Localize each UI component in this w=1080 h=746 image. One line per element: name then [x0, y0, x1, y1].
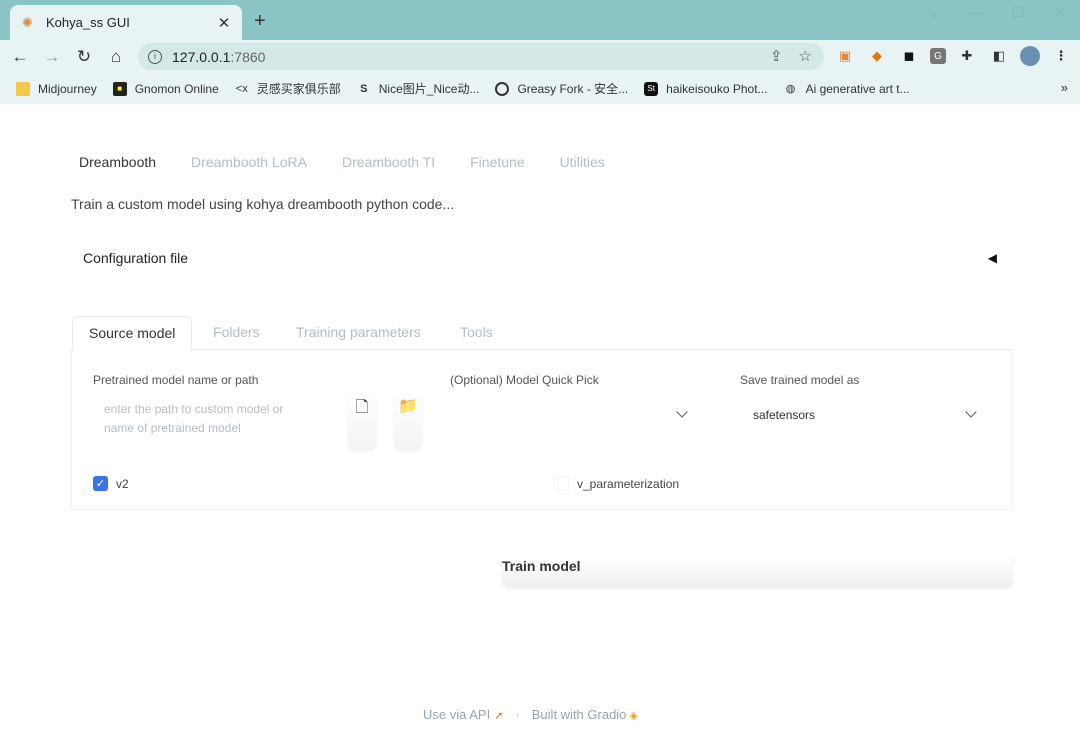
- v2-checkbox-row[interactable]: ✓ v2: [93, 476, 129, 491]
- gradio-link-label: Built with Gradio: [531, 707, 627, 722]
- footer: Use via API ➚ · Built with Gradio ◈: [423, 707, 638, 722]
- built-with-gradio-link[interactable]: Built with Gradio ◈: [532, 707, 638, 722]
- new-tab-button[interactable]: +: [254, 10, 266, 32]
- bookmark-linggan[interactable]: <x 灵感买家俱乐部: [235, 80, 341, 97]
- rocket-icon: ➚: [494, 710, 504, 722]
- bookmark-gnomon[interactable]: ■ Gnomon Online: [112, 81, 219, 96]
- bookmark-label: Midjourney: [38, 81, 97, 96]
- haikei-icon: St: [644, 81, 659, 96]
- bookmark-label: Greasy Fork - 安全...: [517, 82, 629, 96]
- tab-source-model[interactable]: Source model: [72, 316, 193, 351]
- bookmark-label: Ai generative art t...: [805, 81, 910, 96]
- collapse-arrow-icon[interactable]: ◀: [988, 251, 997, 265]
- train-model-button[interactable]: Train model: [502, 551, 1013, 587]
- maximize-icon[interactable]: ☐: [1008, 4, 1028, 21]
- document-icon: 🗋: [355, 399, 369, 416]
- tab-training-parameters[interactable]: Training parameters: [296, 316, 421, 351]
- browser-tab[interactable]: ✺ Kohya_ss GUI ✕: [10, 5, 242, 40]
- bookmark-label: 灵感买家俱乐部: [256, 82, 341, 96]
- save-model-as-value: safetensors: [753, 408, 816, 422]
- bookmark-star-icon[interactable]: ☆: [799, 47, 812, 65]
- folder-icon: [16, 81, 30, 96]
- v-parameterization-label: v_parameterization: [577, 476, 680, 491]
- v2-label: v2: [116, 476, 129, 491]
- extension-image-icon[interactable]: ▣: [834, 45, 856, 67]
- tab-utilities[interactable]: Utilities: [560, 154, 605, 170]
- pretrained-model-input[interactable]: enter the path to custom model or name o…: [92, 400, 310, 440]
- main-tabs: Dreambooth Dreambooth LoRA Dreambooth TI…: [79, 154, 605, 170]
- chevron-down-icon: [676, 406, 688, 418]
- tab-folders[interactable]: Folders: [213, 316, 260, 351]
- v2-checkbox[interactable]: ✓: [93, 476, 108, 491]
- model-quick-pick-label: (Optional) Model Quick Pick: [450, 373, 599, 387]
- minimize-icon[interactable]: —: [966, 4, 986, 21]
- gnomon-icon: ■: [112, 81, 127, 96]
- bookmark-ai-art[interactable]: ◍ Ai generative art t...: [784, 82, 910, 96]
- close-icon[interactable]: ✕: [216, 14, 232, 32]
- folder-open-button[interactable]: 📁: [394, 392, 422, 450]
- v-parameterization-checkbox-row[interactable]: v_parameterization: [554, 476, 679, 491]
- file-open-button[interactable]: 🗋: [348, 392, 376, 450]
- globe-icon: ◍: [785, 82, 796, 95]
- share-icon[interactable]: ⇪: [770, 47, 783, 65]
- v-parameterization-checkbox[interactable]: [554, 476, 569, 491]
- pretrained-model-label: Pretrained model name or path: [93, 373, 259, 387]
- configuration-file-accordion[interactable]: Configuration file ◀: [71, 236, 1013, 280]
- bookmark-midjourney[interactable]: Midjourney: [16, 81, 97, 96]
- window-controls: ⌄ — ☐ ✕: [924, 4, 1070, 21]
- profile-avatar-icon[interactable]: [1020, 46, 1040, 66]
- bookmark-label: Nice图片_Nice动...: [378, 82, 480, 96]
- tab-dreambooth-lora[interactable]: Dreambooth LoRA: [191, 154, 307, 170]
- puzzle-extensions-icon[interactable]: ✚: [956, 45, 978, 67]
- nice-icon: S: [360, 82, 368, 95]
- kebab-menu-icon[interactable]: ⋮: [1050, 45, 1072, 67]
- bookmark-haikei[interactable]: St haikeisouko Phot...: [644, 81, 768, 96]
- close-window-icon[interactable]: ✕: [1050, 4, 1070, 21]
- chevron-down-icon: [965, 406, 977, 418]
- bookmark-label: haikeisouko Phot...: [666, 81, 768, 96]
- info-icon[interactable]: i: [148, 49, 162, 64]
- back-icon[interactable]: ←: [8, 45, 32, 69]
- bookmarks-bar: Midjourney ■ Gnomon Online <x 灵感买家俱乐部 S …: [0, 73, 1080, 104]
- tab-dreambooth[interactable]: Dreambooth: [79, 154, 156, 170]
- metamask-fox-icon[interactable]: ◆: [866, 45, 888, 67]
- home-icon[interactable]: ⌂: [104, 45, 128, 69]
- bookmark-label: Gnomon Online: [134, 81, 219, 96]
- tab-dreambooth-ti[interactable]: Dreambooth TI: [342, 154, 435, 170]
- footer-separator: ·: [515, 707, 520, 722]
- address-bar[interactable]: i 127.0.0.1 :7860 ⇪ ☆: [138, 43, 824, 70]
- config-label: Configuration file: [83, 250, 189, 266]
- chevron-down-icon[interactable]: ⌄: [924, 4, 944, 21]
- save-model-as-select[interactable]: safetensors: [753, 400, 977, 430]
- browser-tabstrip: ✺ Kohya_ss GUI ✕ + ⌄ — ☐ ✕: [0, 0, 1080, 40]
- tab-title: Kohya_ss GUI: [46, 15, 130, 30]
- greasyfork-icon: [495, 81, 510, 96]
- url-port: :7860: [230, 48, 266, 65]
- url-host: 127.0.0.1: [172, 48, 231, 65]
- extension-ghost-icon[interactable]: ◼: [898, 45, 920, 67]
- page-description: Train a custom model using kohya dreambo…: [71, 196, 455, 212]
- kohya-favicon-icon: ✺: [22, 14, 33, 30]
- api-link-label: Use via API: [423, 707, 491, 722]
- tab-finetune[interactable]: Finetune: [470, 154, 524, 170]
- folder-icon: 📁: [398, 398, 418, 415]
- forward-icon[interactable]: →: [40, 45, 64, 69]
- save-model-as-label: Save trained model as: [740, 373, 860, 387]
- side-panel-icon[interactable]: ◧: [988, 45, 1010, 67]
- reload-icon[interactable]: ↻: [72, 45, 96, 69]
- tab-tools[interactable]: Tools: [460, 316, 493, 351]
- sub-tabs: Source model Folders Training parameters…: [71, 316, 1013, 351]
- bookmark-greasyfork[interactable]: Greasy Fork - 安全...: [495, 80, 628, 97]
- extensions-bar: ▣ ◆ ◼ G ✚ ◧ ⋮: [834, 45, 1072, 67]
- use-via-api-link[interactable]: Use via API ➚: [423, 707, 503, 722]
- bookmark-nice[interactable]: S Nice图片_Nice动...: [357, 80, 480, 97]
- more-bookmarks-icon[interactable]: »: [1061, 80, 1068, 95]
- extension-g-icon[interactable]: G: [930, 48, 946, 64]
- model-quick-pick-select[interactable]: [450, 400, 688, 430]
- gradio-logo-icon: ◈: [629, 710, 638, 722]
- linggan-icon: <x: [235, 82, 248, 95]
